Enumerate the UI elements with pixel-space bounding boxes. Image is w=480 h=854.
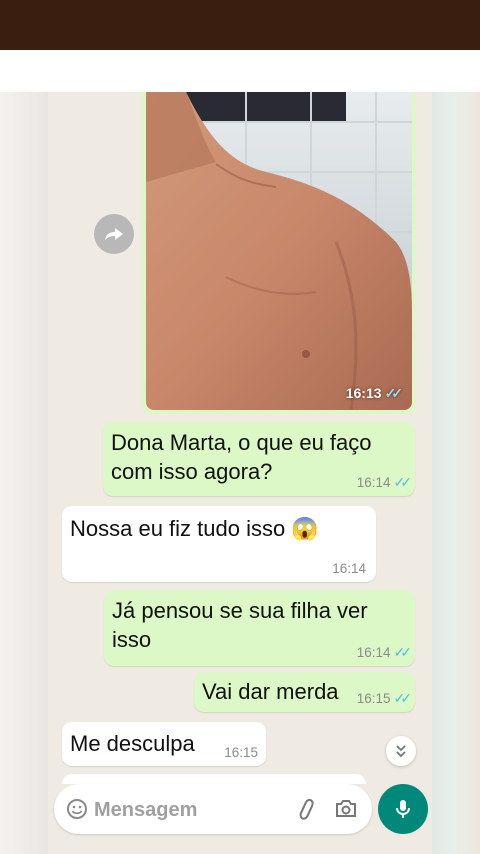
message-bubble[interactable]: Nossa eu fiz tudo isso 😱 16:14 [62, 506, 376, 582]
message-input[interactable] [92, 797, 286, 823]
photo-content [146, 92, 412, 410]
video-blur-left [0, 92, 48, 854]
read-receipt-icon: ✓✓ [393, 644, 413, 660]
camera-icon[interactable] [334, 797, 358, 821]
message-timestamp: 16:14 ✓✓ [356, 644, 413, 660]
message-timestamp: 16:15 ✓✓ [356, 690, 413, 706]
video-top-bar [0, 0, 480, 50]
partial-message-bubble [62, 774, 366, 784]
message-bubble[interactable]: Me desculpa 16:15 [62, 722, 266, 766]
message-text: Já pensou se sua filha ver isso [112, 598, 368, 652]
mic-button[interactable] [378, 784, 428, 834]
shared-photo[interactable]: 16:13 ✓✓ [146, 92, 412, 410]
chevron-double-down-icon [396, 745, 406, 758]
read-receipt-icon: ✓✓ [393, 474, 413, 490]
read-receipt-icon: ✓✓ [384, 385, 404, 401]
message-composer[interactable] [54, 784, 372, 834]
message-timestamp: 16:14 ✓✓ [356, 474, 413, 490]
message-bubble[interactable]: Dona Marta, o que eu faço com isso agora… [103, 422, 415, 496]
message-text: Nossa eu fiz tudo isso 😱 [70, 516, 319, 541]
video-white-strip [0, 50, 480, 92]
forward-icon [105, 228, 123, 240]
forward-button[interactable] [94, 214, 134, 254]
chat-area[interactable]: 16:13 ✓✓ Dona Marta, o que eu faço com is… [48, 92, 432, 854]
scroll-down-button[interactable] [386, 736, 416, 766]
message-bubble[interactable]: Vai dar merda 16:15 ✓✓ [194, 672, 415, 712]
paperclip-icon[interactable] [294, 797, 318, 821]
message-text: Vai dar merda [202, 679, 339, 704]
message-text: Dona Marta, o que eu faço com isso agora… [111, 430, 372, 484]
message-timestamp: 16:14 [332, 561, 366, 576]
video-blur-right [432, 92, 480, 854]
microphone-icon [396, 800, 410, 818]
photo-timestamp: 16:13 ✓✓ [345, 385, 404, 401]
read-receipt-icon: ✓✓ [393, 690, 413, 706]
image-message[interactable]: 16:13 ✓✓ [142, 92, 416, 414]
message-bubble[interactable]: Já pensou se sua filha ver isso 16:14 ✓✓ [104, 590, 415, 666]
message-timestamp: 16:15 [224, 745, 258, 760]
emoji-icon[interactable] [66, 798, 88, 820]
message-text: Me desculpa [70, 731, 195, 756]
